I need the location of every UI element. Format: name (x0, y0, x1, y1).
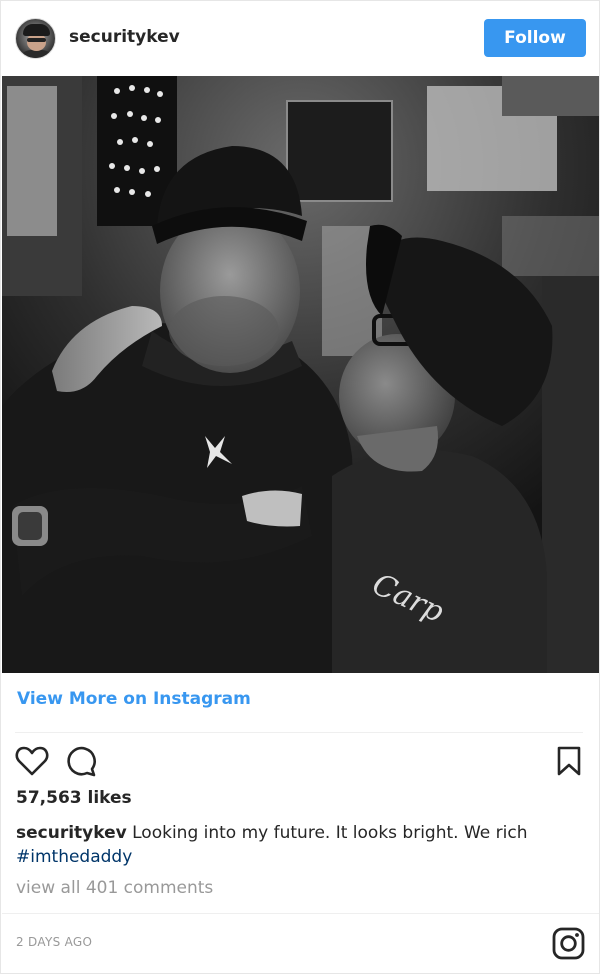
view-all-comments-link[interactable]: view all 401 comments (16, 878, 213, 898)
view-more-on-instagram-link[interactable]: View More on Instagram (17, 689, 251, 709)
post-caption: securitykev Looking into my future. It l… (16, 821, 591, 869)
footer-divider (2, 913, 599, 914)
photo-illustration: Carp (2, 76, 599, 673)
hashtag-link[interactable]: #imthedaddy (16, 847, 132, 867)
comment-bubble-icon[interactable] (65, 745, 97, 777)
post-header: securitykev Follow (1, 1, 599, 76)
caption-text: Looking into my future. It looks bright.… (126, 823, 528, 843)
heart-icon[interactable] (15, 745, 49, 777)
instagram-embed-card: securitykev Follow Carp View More on Ins… (0, 0, 600, 974)
avatar[interactable] (15, 18, 56, 59)
caption-username[interactable]: securitykev (16, 823, 127, 843)
post-timestamp: 2 DAYS AGO (16, 935, 93, 949)
username-link[interactable]: securitykev (69, 27, 180, 47)
post-photo[interactable]: Carp (2, 76, 599, 673)
divider (15, 732, 583, 733)
likes-count[interactable]: 57,563 likes (16, 788, 132, 808)
instagram-logo-icon[interactable] (552, 927, 585, 960)
bookmark-icon[interactable] (556, 746, 582, 776)
follow-button[interactable]: Follow (484, 19, 586, 57)
